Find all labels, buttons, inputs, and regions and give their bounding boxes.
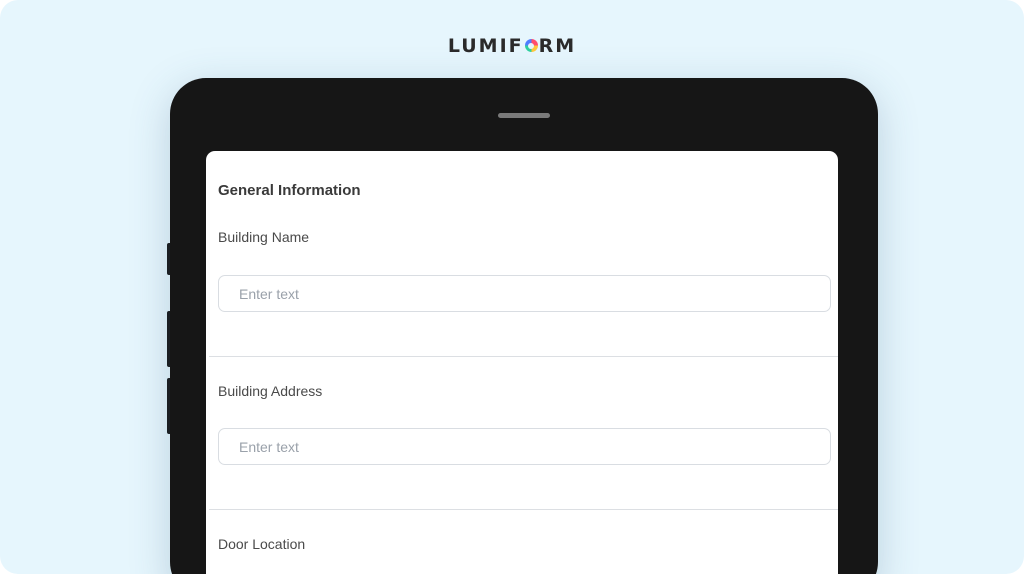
- section-divider: [209, 356, 838, 357]
- door-location-label: Door Location: [218, 536, 306, 552]
- logo-text-end: RM: [538, 35, 577, 57]
- section-divider: [209, 509, 838, 510]
- color-ring-icon: [524, 39, 538, 52]
- tablet-speaker: [498, 113, 550, 118]
- form-screen: General Information Building Name Buildi…: [206, 151, 838, 574]
- building-address-label: Building Address: [218, 383, 323, 399]
- building-name-input[interactable]: [218, 275, 831, 312]
- building-address-input[interactable]: [218, 428, 831, 465]
- building-name-label: Building Name: [218, 229, 310, 245]
- lumiform-logo: LUMIF RM: [0, 35, 1024, 57]
- page-background: LUMIF RM General Information Building Na…: [0, 0, 1024, 574]
- logo-text-start: LUMIF: [447, 35, 524, 57]
- section-title: General Information: [218, 182, 361, 199]
